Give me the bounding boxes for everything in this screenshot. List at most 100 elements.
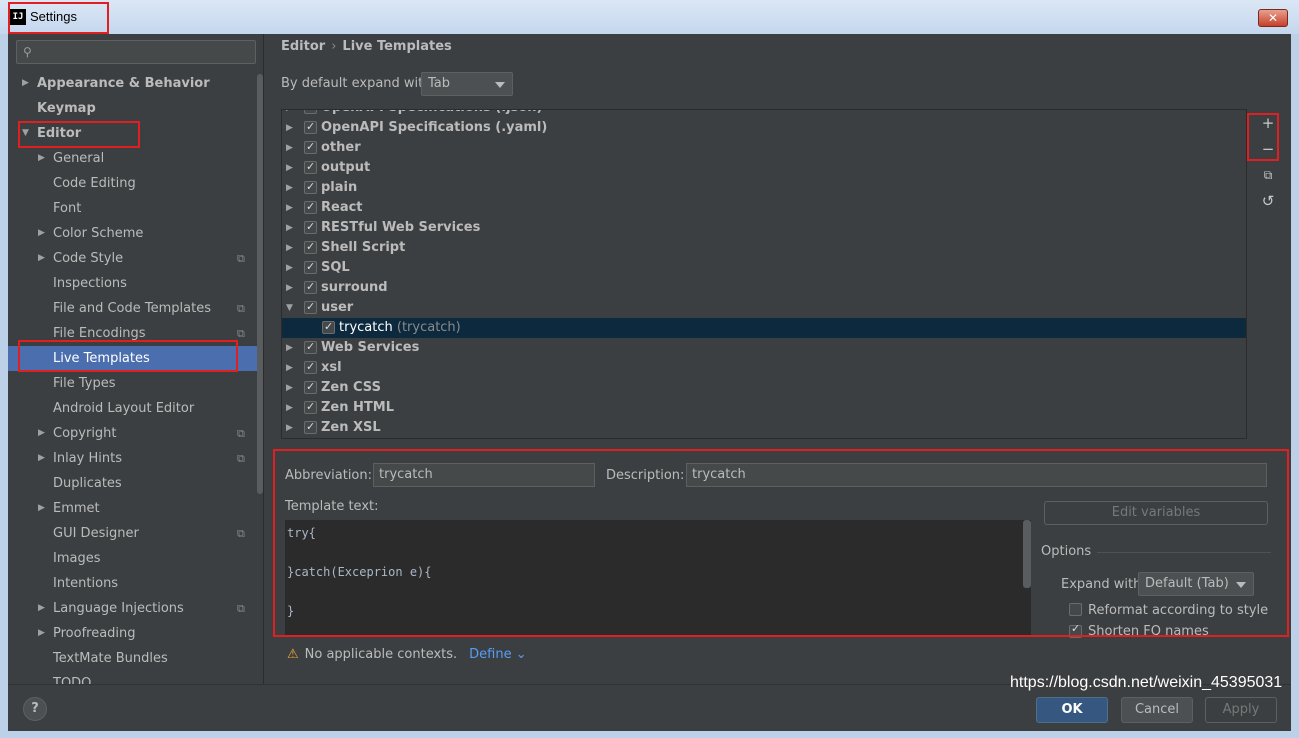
template-group[interactable]: ▶ Zen CSS xyxy=(282,377,1246,398)
template-checkbox[interactable] xyxy=(304,417,317,437)
template-group[interactable]: ▶ other xyxy=(282,137,1246,158)
template-checkbox[interactable] xyxy=(304,157,317,177)
ok-button[interactable]: OK xyxy=(1036,697,1108,723)
restore-icon[interactable]: ↺ xyxy=(1257,190,1279,212)
sidebar-item-emmet[interactable]: ▶ Emmet xyxy=(8,496,263,521)
sidebar-item-images[interactable]: Images xyxy=(8,546,263,571)
template-group[interactable]: ▶ Shell Script xyxy=(282,237,1246,258)
template-label: plain xyxy=(321,180,358,195)
template-group[interactable]: ▶ OpenAPI Specifications (.yaml) xyxy=(282,117,1246,138)
template-checkbox[interactable] xyxy=(304,357,317,377)
sidebar-item-general[interactable]: ▶ General xyxy=(8,146,263,171)
apply-button[interactable]: Apply xyxy=(1205,697,1277,723)
collapsed-arrow-icon[interactable]: ▶ xyxy=(286,198,293,218)
collapsed-arrow-icon[interactable]: ▶ xyxy=(286,418,293,438)
collapsed-arrow-icon[interactable]: ▶ xyxy=(286,218,293,238)
template-group[interactable]: ▶ React xyxy=(282,197,1246,218)
collapsed-arrow-icon[interactable]: ▶ xyxy=(286,118,293,138)
template-group[interactable]: ▶ surround xyxy=(282,277,1246,298)
collapsed-arrow-icon[interactable]: ▶ xyxy=(286,258,293,278)
template-checkbox[interactable] xyxy=(304,397,317,417)
collapsed-arrow-icon[interactable]: ▶ xyxy=(286,398,293,418)
breadcrumb-editor[interactable]: Editor xyxy=(281,39,325,54)
sidebar-item-intentions[interactable]: Intentions xyxy=(8,571,263,596)
template-description: (trycatch) xyxy=(392,320,461,335)
collapsed-arrow-icon[interactable]: ▶ xyxy=(38,596,48,621)
define-link[interactable]: Define ⌄ xyxy=(469,647,526,662)
sidebar-item-proofreading[interactable]: ▶ Proofreading xyxy=(8,621,263,646)
collapsed-arrow-icon[interactable]: ▶ xyxy=(286,178,293,198)
sidebar-item-code-editing[interactable]: Code Editing xyxy=(8,171,263,196)
collapsed-arrow-icon[interactable]: ▶ xyxy=(22,71,32,96)
template-checkbox[interactable] xyxy=(304,297,317,317)
sidebar-item-keymap[interactable]: Keymap xyxy=(8,96,263,121)
cancel-button[interactable]: Cancel xyxy=(1121,697,1193,723)
collapsed-arrow-icon[interactable]: ▶ xyxy=(286,238,293,258)
template-group[interactable]: ▶ SQL xyxy=(282,257,1246,278)
project-scope-icon: ⧉ xyxy=(237,427,245,440)
template-checkbox[interactable] xyxy=(304,137,317,157)
sidebar-item-file-and-code-templates[interactable]: File and Code Templates ⧉ xyxy=(8,296,263,321)
close-button[interactable]: ✕ xyxy=(1258,9,1288,27)
sidebar-item-duplicates[interactable]: Duplicates xyxy=(8,471,263,496)
template-item[interactable]: trycatch (trycatch) xyxy=(282,317,1246,338)
template-checkbox[interactable] xyxy=(304,177,317,197)
template-checkbox[interactable] xyxy=(322,317,335,337)
collapsed-arrow-icon[interactable]: ▶ xyxy=(286,338,293,358)
template-group[interactable]: ▶ RESTful Web Services xyxy=(282,217,1246,238)
template-checkbox[interactable] xyxy=(304,237,317,257)
template-checkbox[interactable] xyxy=(304,277,317,297)
collapsed-arrow-icon[interactable]: ▶ xyxy=(286,378,293,398)
collapsed-arrow-icon[interactable]: ▶ xyxy=(286,158,293,178)
template-group[interactable]: ▶ OpenAPI Specifications (.json) xyxy=(282,110,1246,118)
copy-icon[interactable]: ⧉ xyxy=(1257,164,1279,186)
template-group[interactable]: ▶ Web Services xyxy=(282,337,1246,358)
template-label: SQL xyxy=(321,260,350,275)
sidebar-item-android-layout-editor[interactable]: Android Layout Editor xyxy=(8,396,263,421)
template-checkbox[interactable] xyxy=(304,117,317,137)
template-checkbox[interactable] xyxy=(304,197,317,217)
template-checkbox[interactable] xyxy=(304,257,317,277)
collapsed-arrow-icon[interactable]: ▶ xyxy=(286,278,293,298)
template-group[interactable]: ▶ Zen HTML xyxy=(282,397,1246,418)
sidebar-item-inspections[interactable]: Inspections xyxy=(8,271,263,296)
template-group[interactable]: ▶ xsl xyxy=(282,357,1246,378)
collapsed-arrow-icon[interactable]: ▶ xyxy=(286,110,293,118)
collapsed-arrow-icon[interactable]: ▶ xyxy=(38,421,48,446)
template-group[interactable]: ▼ user xyxy=(282,297,1246,318)
search-input[interactable]: ⚲ xyxy=(16,40,256,64)
template-checkbox[interactable] xyxy=(304,337,317,357)
default-expand-select[interactable]: Tab xyxy=(421,72,513,96)
expanded-arrow-icon[interactable]: ▼ xyxy=(286,298,293,318)
collapsed-arrow-icon[interactable]: ▶ xyxy=(38,496,48,521)
sidebar-item-file-types[interactable]: File Types xyxy=(8,371,263,396)
collapsed-arrow-icon[interactable]: ▶ xyxy=(286,138,293,158)
template-checkbox[interactable] xyxy=(304,377,317,397)
sidebar-item-gui-designer[interactable]: GUI Designer ⧉ xyxy=(8,521,263,546)
sidebar-item-font[interactable]: Font xyxy=(8,196,263,221)
collapsed-arrow-icon[interactable]: ▶ xyxy=(38,146,48,171)
template-checkbox[interactable] xyxy=(304,110,317,117)
collapsed-arrow-icon[interactable]: ▶ xyxy=(38,446,48,471)
sidebar-item-language-injections[interactable]: ▶ Language Injections ⧉ xyxy=(8,596,263,621)
annotation-box-live-templates xyxy=(18,340,238,372)
breadcrumb-live-templates: Live Templates xyxy=(342,39,452,54)
sidebar-item-copyright[interactable]: ▶ Copyright ⧉ xyxy=(8,421,263,446)
sidebar-item-todo[interactable]: TODO xyxy=(8,671,263,684)
sidebar-item-inlay-hints[interactable]: ▶ Inlay Hints ⧉ xyxy=(8,446,263,471)
sidebar-item-code-style[interactable]: ▶ Code Style ⧉ xyxy=(8,246,263,271)
sidebar-scrollbar[interactable] xyxy=(257,74,263,494)
sidebar-item-label: Code Editing xyxy=(53,176,136,191)
template-group[interactable]: ▶ Zen XSL xyxy=(282,417,1246,438)
collapsed-arrow-icon[interactable]: ▶ xyxy=(286,358,293,378)
help-button[interactable]: ? xyxy=(23,697,47,721)
collapsed-arrow-icon[interactable]: ▶ xyxy=(38,246,48,271)
sidebar-item-appearance-behavior[interactable]: ▶ Appearance & Behavior xyxy=(8,71,263,96)
collapsed-arrow-icon[interactable]: ▶ xyxy=(38,621,48,646)
template-group[interactable]: ▶ plain xyxy=(282,177,1246,198)
template-group[interactable]: ▶ output xyxy=(282,157,1246,178)
sidebar-item-textmate-bundles[interactable]: TextMate Bundles xyxy=(8,646,263,671)
template-checkbox[interactable] xyxy=(304,217,317,237)
sidebar-item-color-scheme[interactable]: ▶ Color Scheme xyxy=(8,221,263,246)
collapsed-arrow-icon[interactable]: ▶ xyxy=(38,221,48,246)
